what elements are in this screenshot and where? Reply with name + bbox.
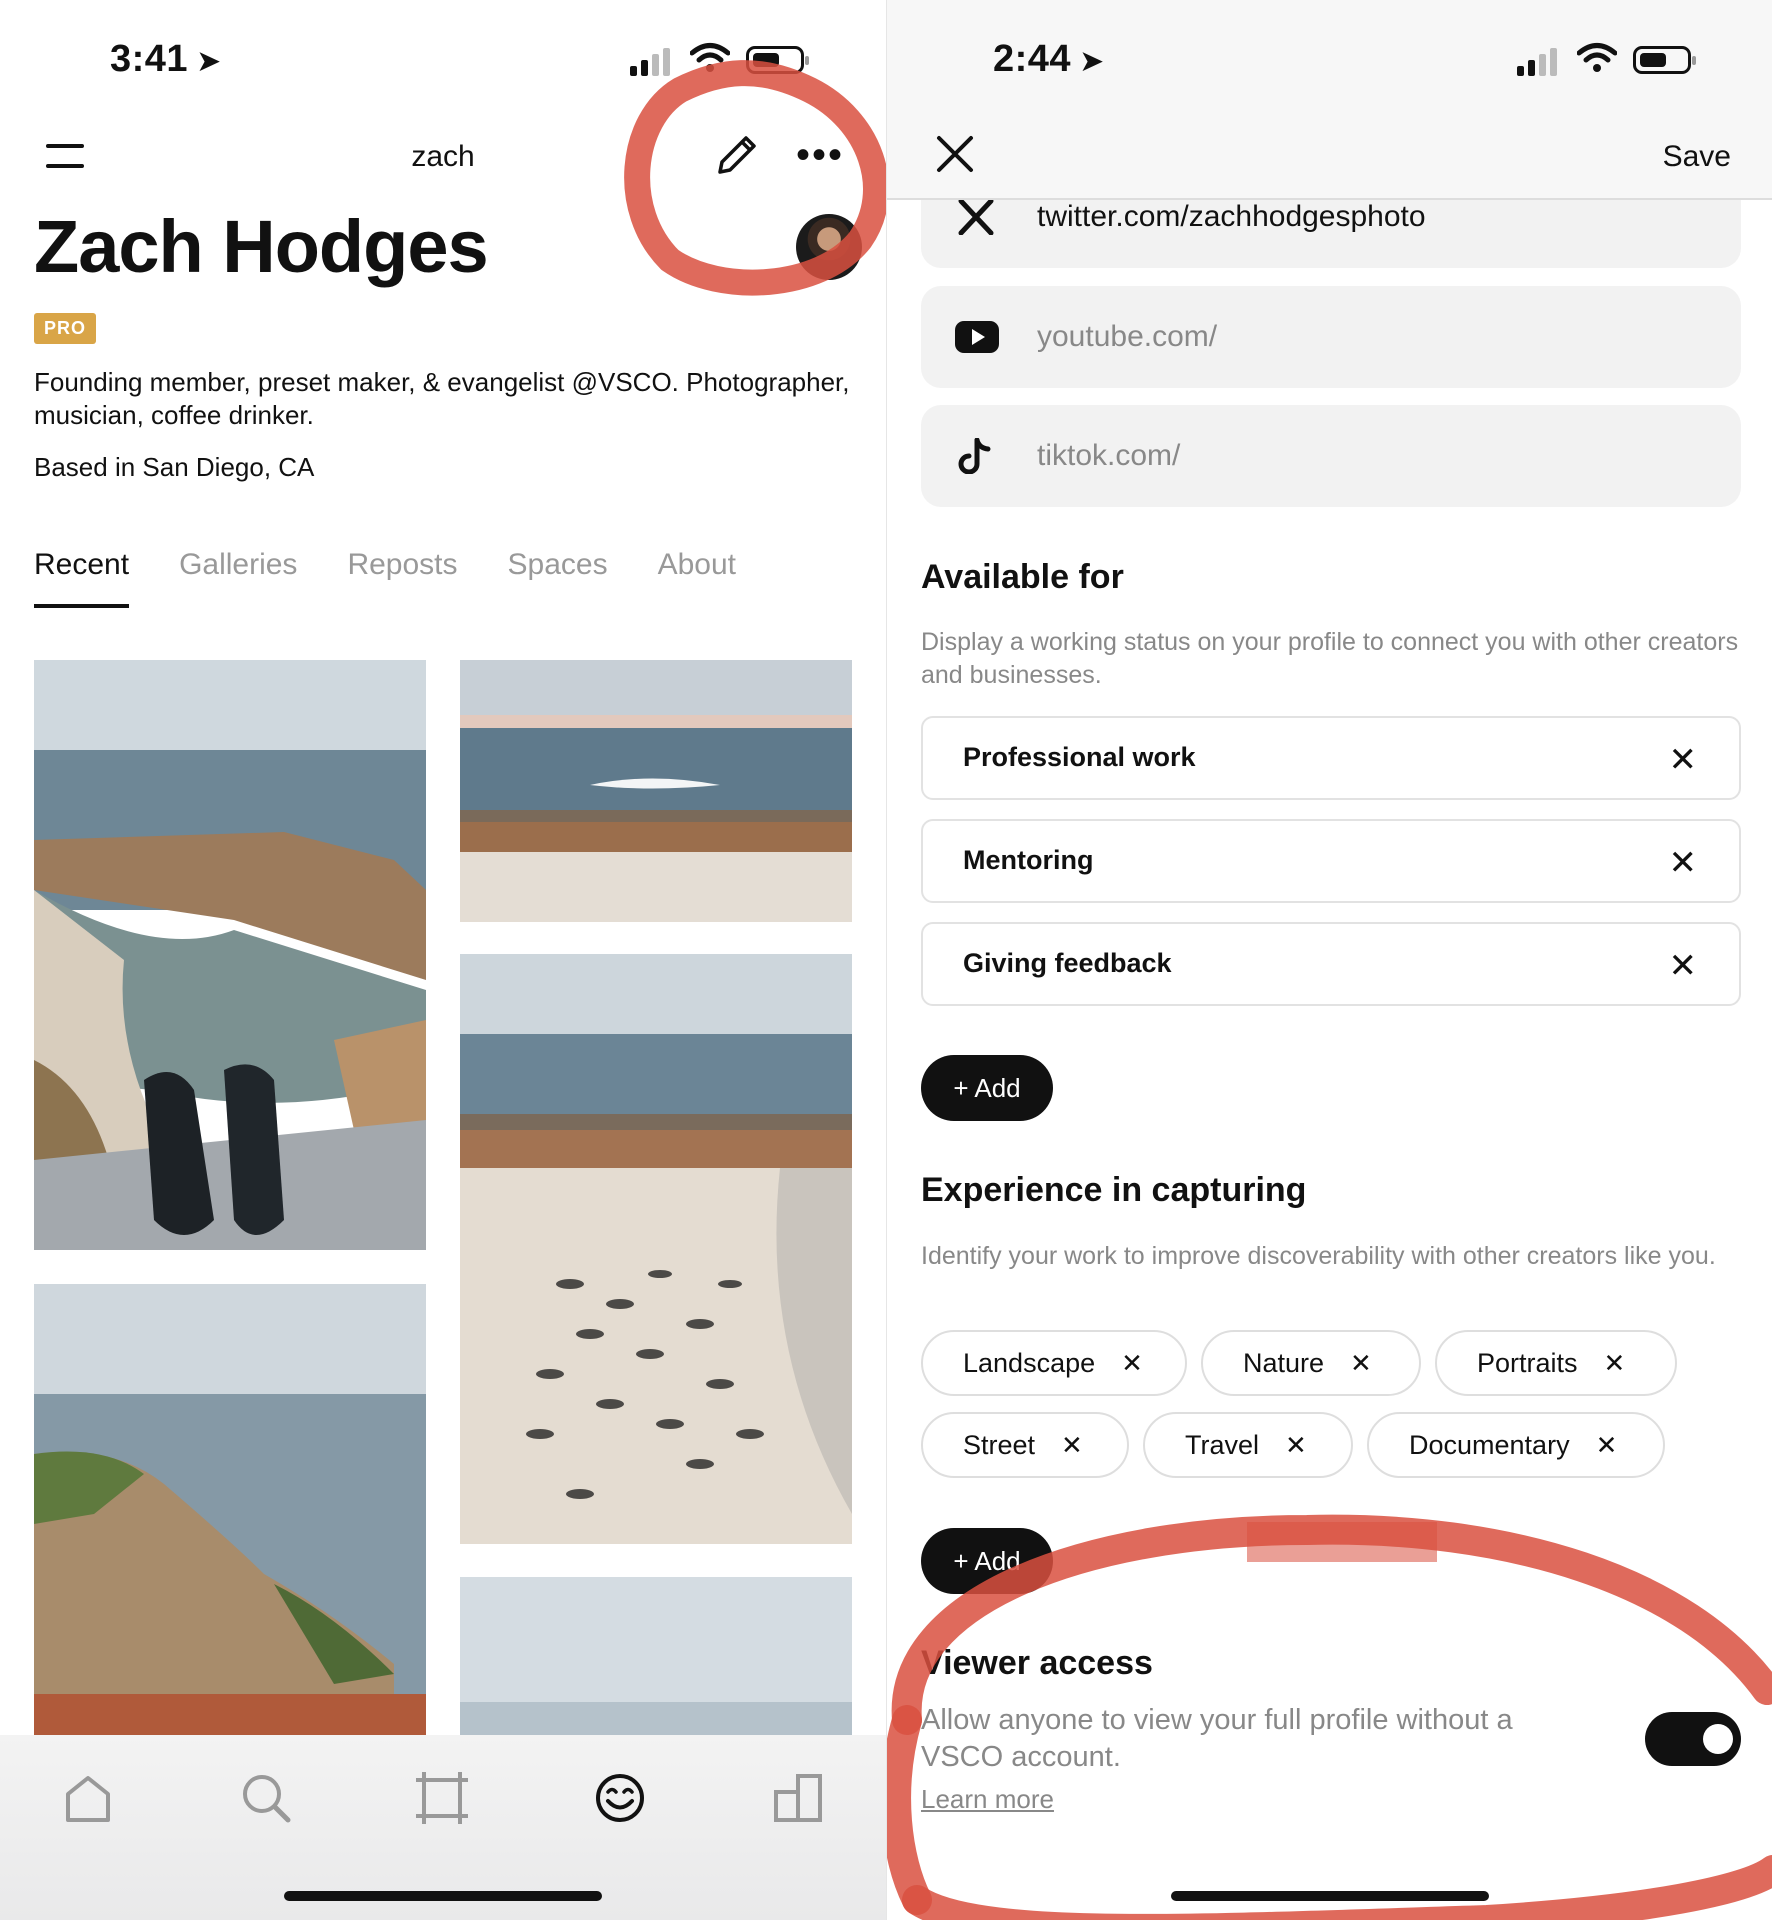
available-item[interactable]: Giving feedback ✕	[921, 922, 1741, 1006]
add-availability-button[interactable]: + Add	[921, 1055, 1053, 1121]
learn-more-link[interactable]: Learn more	[921, 1784, 1054, 1815]
photo-tile[interactable]	[34, 660, 426, 1250]
cellular-signal-icon	[1517, 48, 1557, 76]
chip-label: Documentary	[1409, 1429, 1570, 1460]
edit-pencil-icon[interactable]	[712, 130, 762, 180]
battery-icon	[746, 46, 809, 74]
remove-icon[interactable]: ✕	[1285, 1430, 1307, 1461]
wifi-icon	[1577, 43, 1617, 72]
available-description: Display a working status on your profile…	[921, 628, 1739, 689]
experience-chip[interactable]: Documentary ✕	[1367, 1412, 1665, 1478]
photo-tile[interactable]	[34, 1284, 426, 1735]
chip-label: Portraits	[1477, 1347, 1578, 1378]
chip-label: Landscape	[963, 1347, 1096, 1378]
remove-icon[interactable]: ✕	[1669, 946, 1698, 986]
status-time: 2:44 ➤	[993, 38, 1105, 80]
experience-chip[interactable]: Nature ✕	[1201, 1330, 1421, 1396]
edit-profile-screen: twitter.com/zachhodgesphoto 2:44 ➤ Save y…	[886, 0, 1772, 1920]
battery-icon	[1633, 46, 1696, 74]
profile-name: Zach Hodges	[34, 205, 489, 288]
youtube-icon	[955, 321, 999, 353]
photo-tile[interactable]	[460, 1577, 852, 1735]
available-item[interactable]: Professional work ✕	[921, 716, 1741, 800]
tab-spaces[interactable]: Spaces	[508, 548, 608, 608]
experience-description: Identify your work to improve discoverab…	[921, 1242, 1716, 1270]
crop-icon[interactable]	[412, 1768, 472, 1828]
experience-chip[interactable]: Portraits ✕	[1435, 1330, 1677, 1396]
experience-chip[interactable]: Street ✕	[921, 1412, 1129, 1478]
remove-icon[interactable]: ✕	[1121, 1348, 1143, 1379]
profile-tabs: Recent Galleries Reposts Spaces About	[34, 548, 736, 608]
experience-chip[interactable]: Landscape ✕	[921, 1330, 1187, 1396]
available-item-label: Professional work	[963, 742, 1196, 772]
home-indicator[interactable]	[1171, 1891, 1489, 1901]
wifi-icon	[690, 43, 730, 72]
experience-chip[interactable]: Travel ✕	[1143, 1412, 1353, 1478]
social-value-x: twitter.com/zachhodgesphoto	[1037, 200, 1426, 233]
save-button[interactable]: Save	[1663, 140, 1731, 174]
location-arrow-icon: ➤	[196, 45, 222, 78]
avatar[interactable]	[796, 214, 862, 280]
home-icon[interactable]	[58, 1768, 118, 1828]
tab-reposts[interactable]: Reposts	[347, 548, 457, 608]
photo-tile[interactable]	[460, 660, 852, 922]
profile-bio: Founding member, preset maker, & evangel…	[34, 367, 850, 430]
viewer-access-toggle[interactable]	[1645, 1712, 1741, 1766]
viewer-access-description: Allow anyone to view your full profile w…	[921, 1704, 1513, 1773]
social-field-youtube[interactable]: youtube.com/	[921, 286, 1741, 388]
photo-tile[interactable]	[460, 954, 852, 1544]
tab-recent[interactable]: Recent	[34, 548, 130, 608]
viewer-access-title: Viewer access	[921, 1644, 1153, 1682]
x-logo-icon	[958, 199, 994, 235]
search-icon[interactable]	[236, 1768, 296, 1828]
social-value-youtube: youtube.com/	[1037, 320, 1218, 353]
profile-location: Based in San Diego, CA	[34, 452, 315, 482]
remove-icon[interactable]: ✕	[1669, 740, 1698, 780]
available-item-label: Giving feedback	[963, 948, 1172, 978]
status-bar: 2:44 ➤	[887, 38, 1772, 82]
remove-icon[interactable]: ✕	[1061, 1430, 1083, 1461]
available-item-label: Mentoring	[963, 845, 1094, 875]
edit-header: 2:44 ➤ Save	[887, 0, 1772, 200]
status-time: 3:41 ➤	[110, 38, 222, 80]
profile-screen: 3:41 ➤ zach ••• Zach Hodges PRO Founding …	[0, 0, 886, 1920]
add-experience-button[interactable]: + Add	[921, 1528, 1053, 1594]
social-value-tiktok: tiktok.com/	[1037, 439, 1181, 472]
home-indicator[interactable]	[284, 1891, 602, 1901]
tab-galleries[interactable]: Galleries	[179, 548, 297, 608]
remove-icon[interactable]: ✕	[1669, 843, 1698, 883]
remove-icon[interactable]: ✕	[1604, 1348, 1626, 1379]
available-title: Available for	[921, 558, 1124, 596]
close-icon[interactable]	[935, 134, 975, 174]
tiktok-icon	[958, 438, 991, 474]
available-item[interactable]: Mentoring ✕	[921, 819, 1741, 903]
remove-icon[interactable]: ✕	[1596, 1430, 1618, 1461]
chip-label: Nature	[1243, 1347, 1325, 1378]
pro-badge: PRO	[34, 313, 97, 344]
studio-icon[interactable]	[768, 1768, 828, 1828]
smiley-icon[interactable]	[590, 1768, 650, 1828]
cellular-signal-icon	[630, 48, 670, 76]
chip-label: Street	[963, 1429, 1036, 1460]
experience-title: Experience in capturing	[921, 1171, 1307, 1209]
status-bar: 3:41 ➤	[0, 38, 886, 82]
tab-about[interactable]: About	[658, 548, 736, 608]
location-arrow-icon: ➤	[1079, 45, 1105, 78]
social-field-tiktok[interactable]: tiktok.com/	[921, 405, 1741, 507]
chip-label: Travel	[1185, 1429, 1260, 1460]
more-options-icon[interactable]: •••	[796, 135, 844, 175]
remove-icon[interactable]: ✕	[1350, 1348, 1372, 1379]
